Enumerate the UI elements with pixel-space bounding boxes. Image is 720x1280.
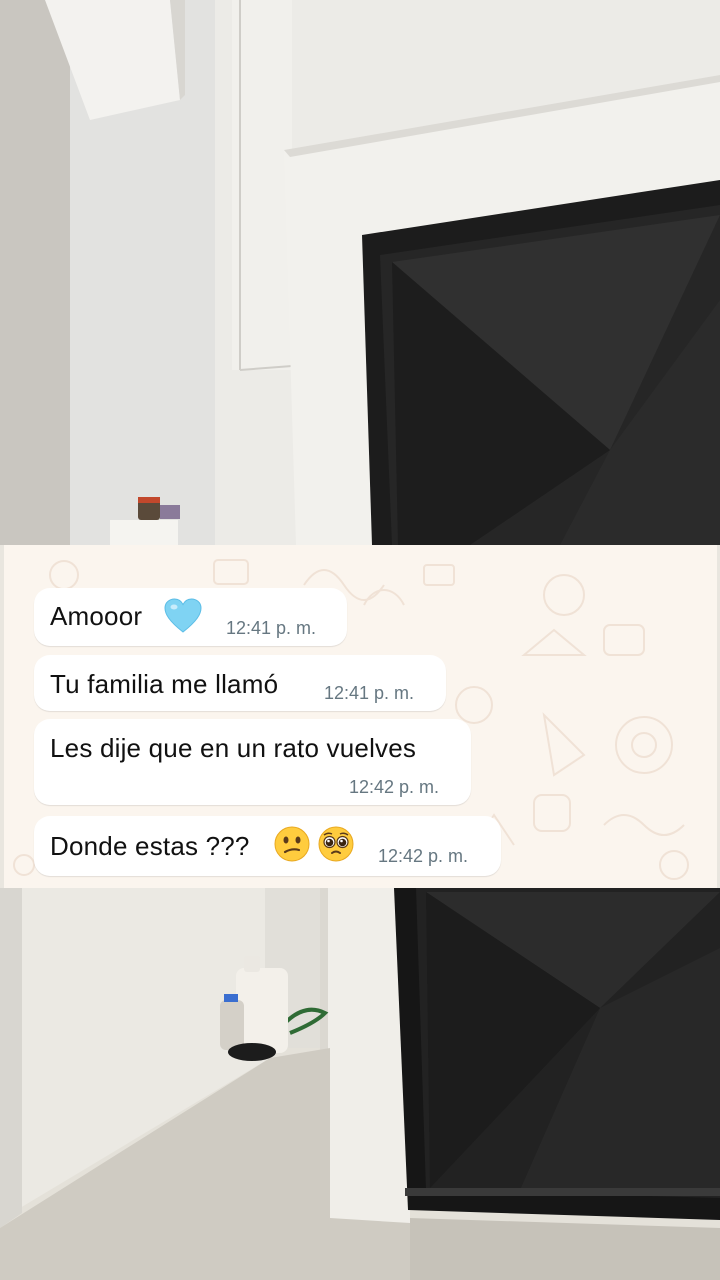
- message-bubble[interactable]: Donde estas ??? 12:42 p. m.: [34, 816, 501, 876]
- message-bubble[interactable]: Amooor 12:41 p. m.: [34, 588, 347, 646]
- message-timestamp: 12:42 p. m.: [349, 777, 440, 797]
- message-timestamp: 12:41 p. m.: [324, 683, 415, 703]
- message-text: Tu familia me llamó: [50, 669, 279, 699]
- pleading-face-icon: [318, 826, 354, 862]
- message-bubble[interactable]: Les dije que en un rato vuelves 12:42 p.…: [34, 719, 471, 805]
- confused-face-icon: [274, 826, 310, 862]
- message-timestamp: 12:42 p. m.: [378, 846, 469, 866]
- background-photo-bottom: [0, 888, 720, 1280]
- background-photo-top: [0, 0, 720, 545]
- message-text: Les dije que en un rato vuelves: [50, 733, 417, 763]
- message-bubble[interactable]: Tu familia me llamó 12:41 p. m.: [34, 655, 446, 711]
- light-blue-heart-icon: [164, 598, 202, 633]
- message-text: Amooor: [50, 601, 143, 631]
- message-text: Donde estas ???: [50, 831, 250, 861]
- chat-screenshot-panel: Amooor 12:41 p. m. Tu familia me llamó 1…: [4, 545, 717, 888]
- message-timestamp: 12:41 p. m.: [226, 618, 317, 638]
